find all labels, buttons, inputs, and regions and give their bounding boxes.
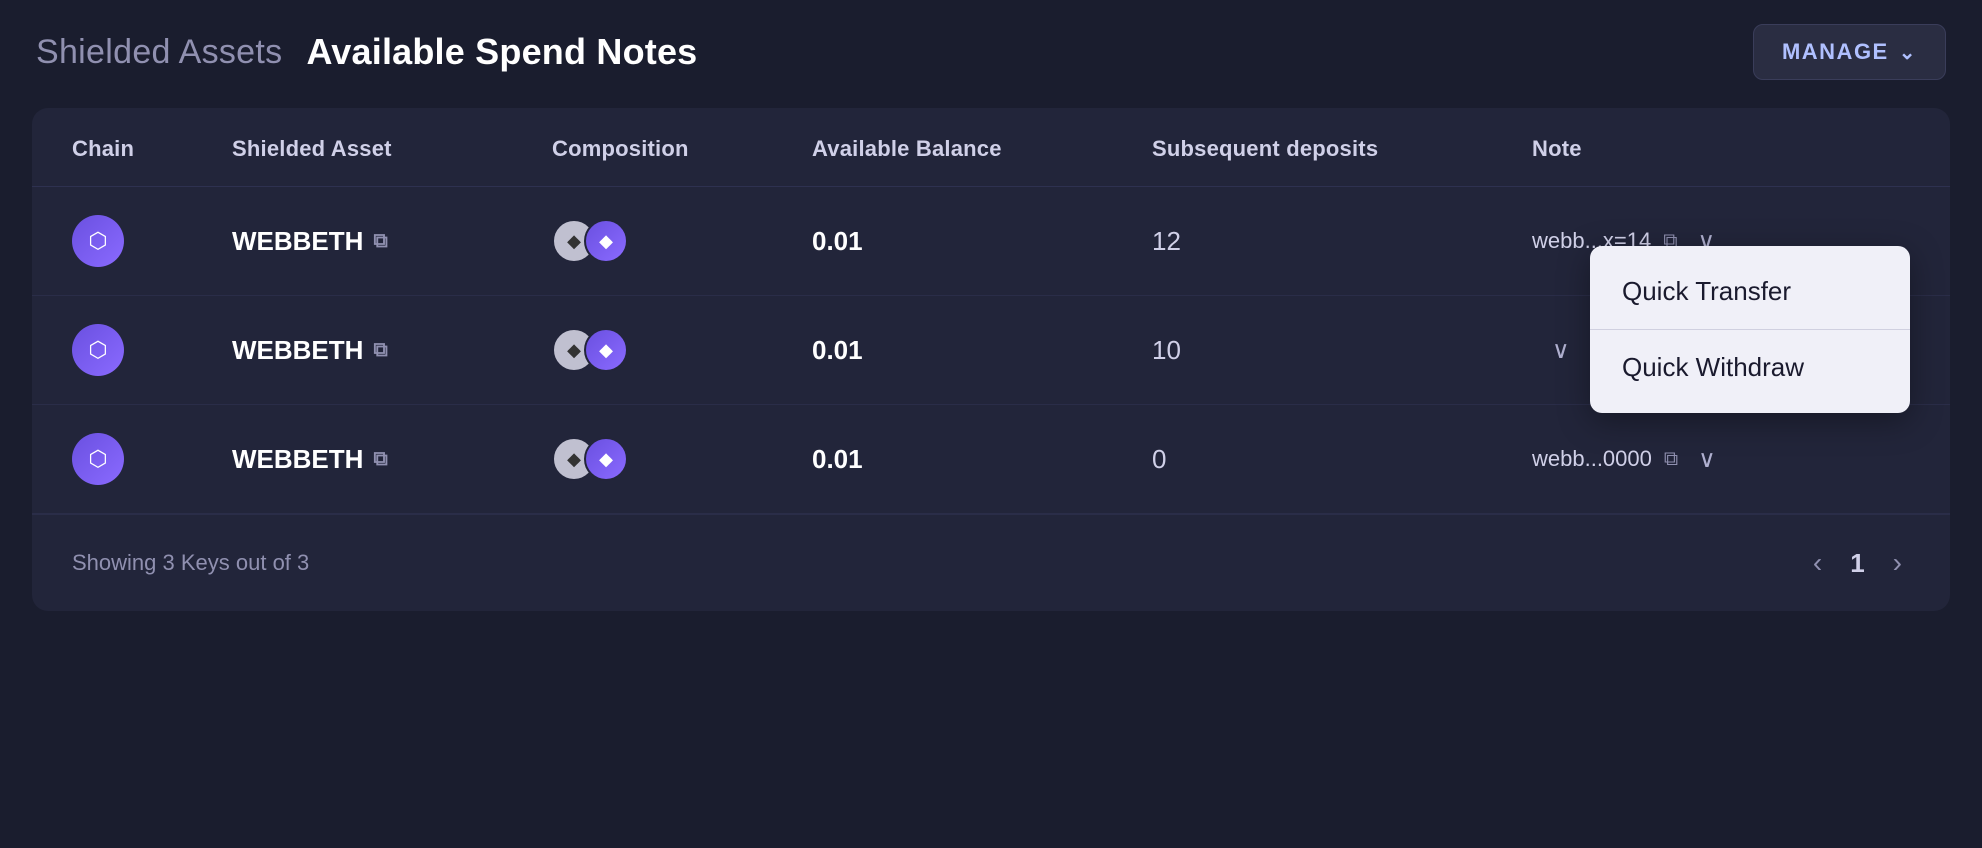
chain-cell: ⬡ xyxy=(72,215,232,267)
col-available-balance: Available Balance xyxy=(812,136,1152,162)
manage-button[interactable]: MANAGE ⌄ xyxy=(1753,24,1946,80)
dropdown-menu: Quick Transfer Quick Withdraw xyxy=(1590,246,1910,413)
manage-chevron-icon: ⌄ xyxy=(1899,40,1917,65)
table-row: ⬡ WEBBETH ⧉ ◆ ◆ 0.01 0 webb...0000 ⧉ ∨ xyxy=(32,405,1950,514)
shielded-asset-cell: WEBBETH ⧉ xyxy=(232,226,552,257)
available-spend-notes-label: Available Spend Notes xyxy=(306,31,697,73)
external-link-icon[interactable]: ⧉ xyxy=(373,448,387,471)
quick-transfer-item[interactable]: Quick Transfer xyxy=(1590,254,1910,329)
col-shielded-asset: Shielded Asset xyxy=(232,136,552,162)
composition-cell: ◆ ◆ xyxy=(552,328,812,372)
subsequent-deposits-cell: 12 xyxy=(1152,226,1532,257)
page-container: Shielded Assets Available Spend Notes MA… xyxy=(32,24,1950,611)
next-page-button[interactable]: › xyxy=(1885,543,1910,583)
note-text: webb...0000 xyxy=(1532,446,1652,472)
note-cell: webb...x=14 ⧉ ∨ Quick Transfer Quick Wit… xyxy=(1532,227,1910,256)
chain-cell: ⬡ xyxy=(72,433,232,485)
page-number: 1 xyxy=(1850,548,1864,579)
chevron-down-icon[interactable]: ∨ xyxy=(1698,445,1716,474)
available-balance-cell: 0.01 xyxy=(812,335,1152,366)
available-balance-cell: 0.01 xyxy=(812,444,1152,475)
quick-withdraw-item[interactable]: Quick Withdraw xyxy=(1590,330,1910,405)
subsequent-deposits-cell: 10 xyxy=(1152,335,1532,366)
composition-cell: ◆ ◆ xyxy=(552,219,812,263)
comp-webb-icon: ◆ xyxy=(584,219,628,263)
note-cell: webb...0000 ⧉ ∨ xyxy=(1532,445,1910,474)
shielded-asset-cell: WEBBETH ⧉ xyxy=(232,335,552,366)
table-header: Chain Shielded Asset Composition Availab… xyxy=(32,108,1950,187)
manage-button-label: MANAGE xyxy=(1782,39,1889,65)
col-subsequent-deposits: Subsequent deposits xyxy=(1152,136,1532,162)
chain-icon: ⬡ xyxy=(72,324,124,376)
chain-icon: ⬡ xyxy=(72,433,124,485)
chevron-down-icon[interactable]: ∨ xyxy=(1552,336,1570,365)
header: Shielded Assets Available Spend Notes MA… xyxy=(32,24,1950,80)
col-composition: Composition xyxy=(552,136,812,162)
eth-icon: ⬡ xyxy=(88,228,107,254)
header-left: Shielded Assets Available Spend Notes xyxy=(36,31,697,73)
available-balance-cell: 0.01 xyxy=(812,226,1152,257)
shielded-assets-label: Shielded Assets xyxy=(36,33,282,72)
external-link-icon[interactable]: ⧉ xyxy=(373,230,387,253)
table-row: ⬡ WEBBETH ⧉ ◆ ◆ 0.01 12 webb...x=14 ⧉ ∨ … xyxy=(32,187,1950,296)
chain-icon: ⬡ xyxy=(72,215,124,267)
table-footer: Showing 3 Keys out of 3 ‹ 1 › xyxy=(32,514,1950,611)
table-container: Chain Shielded Asset Composition Availab… xyxy=(32,108,1950,611)
external-link-icon[interactable]: ⧉ xyxy=(373,339,387,362)
shielded-asset-name: WEBBETH xyxy=(232,226,363,257)
shielded-asset-name: WEBBETH xyxy=(232,335,363,366)
eth-icon: ⬡ xyxy=(88,446,107,472)
eth-icon: ⬡ xyxy=(88,337,107,363)
copy-icon[interactable]: ⧉ xyxy=(1664,448,1678,471)
pagination: ‹ 1 › xyxy=(1805,543,1910,583)
prev-page-button[interactable]: ‹ xyxy=(1805,543,1830,583)
shielded-asset-cell: WEBBETH ⧉ xyxy=(232,444,552,475)
col-note: Note xyxy=(1532,136,1910,162)
col-chain: Chain xyxy=(72,136,232,162)
showing-text: Showing 3 Keys out of 3 xyxy=(72,550,309,576)
chain-cell: ⬡ xyxy=(72,324,232,376)
comp-webb-icon: ◆ xyxy=(584,437,628,481)
comp-webb-icon: ◆ xyxy=(584,328,628,372)
composition-cell: ◆ ◆ xyxy=(552,437,812,481)
subsequent-deposits-cell: 0 xyxy=(1152,444,1532,475)
shielded-asset-name: WEBBETH xyxy=(232,444,363,475)
